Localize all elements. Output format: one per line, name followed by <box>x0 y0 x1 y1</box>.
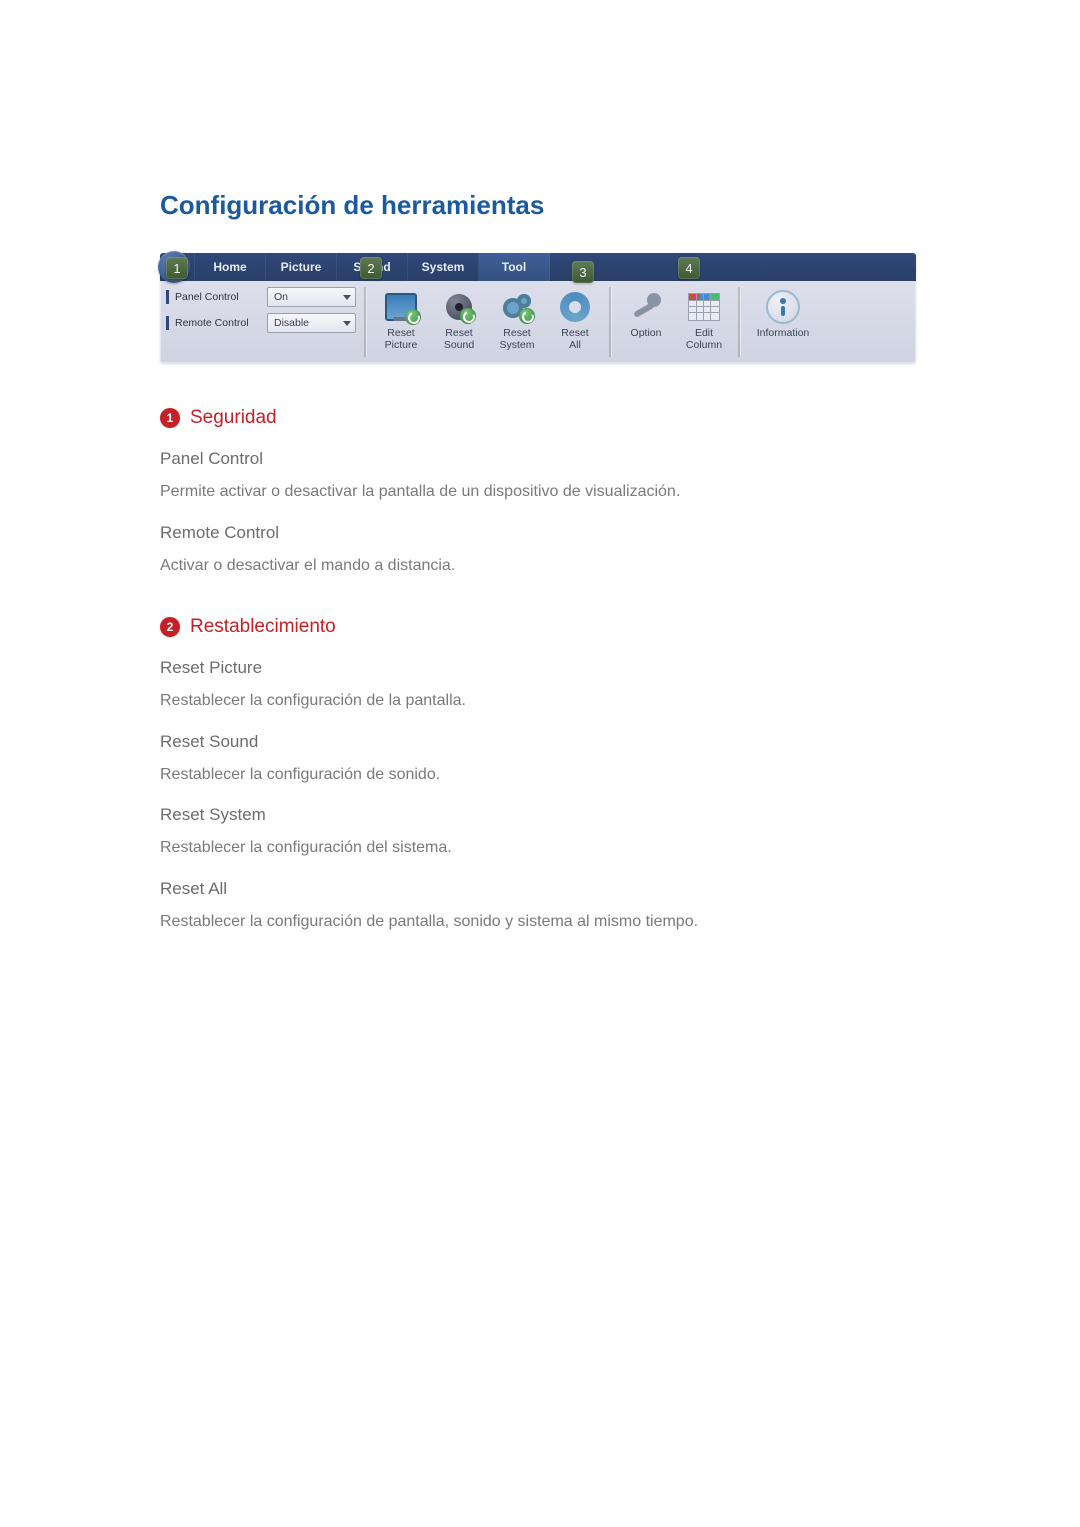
remote-control-head: Remote Control <box>160 523 920 543</box>
information-label: Information <box>757 327 810 339</box>
callout-2: 2 <box>360 257 382 279</box>
group-options: Option EditColumn <box>614 281 736 363</box>
reset-all-l1: Reset <box>561 327 588 339</box>
tab-home[interactable]: Home <box>195 253 266 281</box>
reset-picture-button[interactable]: ResetPicture <box>375 287 427 359</box>
reset-system-button[interactable]: ResetSystem <box>491 287 543 359</box>
info-icon <box>766 290 800 324</box>
reset-all-l2: All <box>561 339 588 351</box>
remote-control-body: Activar o desactivar el mando a distanci… <box>160 555 920 577</box>
reset-sound-l2: Sound <box>444 339 474 351</box>
separator <box>738 287 741 357</box>
marker-icon <box>166 316 169 330</box>
information-button[interactable]: Information <box>749 287 817 359</box>
reset-sound-l1: Reset <box>445 327 472 339</box>
section-2-header: 2 Restablecimiento <box>160 616 920 638</box>
reset-system-icon <box>503 294 531 320</box>
panel-control-value: On <box>274 291 288 303</box>
tab-system[interactable]: System <box>408 253 479 281</box>
tab-picture-label: Picture <box>281 260 322 274</box>
tab-tool-label: Tool <box>502 260 526 274</box>
section-1-badge: 1 <box>160 408 180 428</box>
panel-control-select[interactable]: On <box>267 287 356 307</box>
edit-column-l2: Column <box>686 339 722 351</box>
reset-all-body: Restablecer la configuración de pantalla… <box>160 911 920 933</box>
reset-all-icon <box>560 292 590 322</box>
group-reset: ResetPicture ResetSound ResetSystem Rese… <box>369 281 607 363</box>
remote-control-label: Remote Control <box>175 317 261 329</box>
separator <box>364 287 367 357</box>
option-label: Option <box>631 327 662 339</box>
panel-control-label: Panel Control <box>175 291 261 303</box>
chevron-down-icon <box>343 321 351 326</box>
reset-system-l2: System <box>499 339 534 351</box>
reset-all-head: Reset All <box>160 879 920 899</box>
toolbar-tabs: Home Picture Sound System Tool <box>160 253 916 281</box>
tab-system-label: System <box>422 260 465 274</box>
tool-toolbar: 1 2 3 4 Home Picture Sound System Tool P… <box>160 253 916 363</box>
reset-sound-button[interactable]: ResetSound <box>433 287 485 359</box>
group-information: Information <box>743 281 823 363</box>
reset-system-l1: Reset <box>503 327 530 339</box>
section-2-badge: 2 <box>160 617 180 637</box>
panel-control-body: Permite activar o desactivar la pantalla… <box>160 481 920 503</box>
reset-picture-icon <box>385 293 417 321</box>
panel-control-head: Panel Control <box>160 449 920 469</box>
edit-column-l1: Edit <box>695 327 713 339</box>
tab-tool[interactable]: Tool <box>479 253 550 281</box>
grid-icon <box>688 293 720 321</box>
reset-sound-icon <box>446 294 472 320</box>
tab-picture[interactable]: Picture <box>266 253 337 281</box>
section-1-title: Seguridad <box>190 407 277 429</box>
reset-picture-l2: Picture <box>385 339 418 351</box>
reset-system-head: Reset System <box>160 805 920 825</box>
tab-home-label: Home <box>213 260 246 274</box>
edit-column-button[interactable]: EditColumn <box>678 287 730 359</box>
callout-4: 4 <box>678 257 700 279</box>
reset-sound-body: Restablecer la configuración de sonido. <box>160 764 920 786</box>
wrench-icon <box>631 293 661 321</box>
option-button[interactable]: Option <box>620 287 672 359</box>
section-1-header: 1 Seguridad <box>160 407 920 429</box>
remote-control-select[interactable]: Disable <box>267 313 356 333</box>
group-security: Panel Control On Remote Control Disable <box>160 281 362 363</box>
chevron-down-icon <box>343 295 351 300</box>
reset-picture-head: Reset Picture <box>160 658 920 678</box>
page-title: Configuración de herramientas <box>160 190 920 221</box>
remote-control-value: Disable <box>274 317 309 329</box>
reset-picture-l1: Reset <box>387 327 414 339</box>
callout-1: 1 <box>166 257 188 279</box>
section-2-title: Restablecimiento <box>190 616 336 638</box>
reset-all-button[interactable]: ResetAll <box>549 287 601 359</box>
reset-sound-head: Reset Sound <box>160 732 920 752</box>
reset-system-body: Restablecer la configuración del sistema… <box>160 837 920 859</box>
marker-icon <box>166 290 169 304</box>
separator <box>609 287 612 357</box>
callout-3: 3 <box>572 261 594 283</box>
reset-picture-body: Restablecer la configuración de la panta… <box>160 690 920 712</box>
